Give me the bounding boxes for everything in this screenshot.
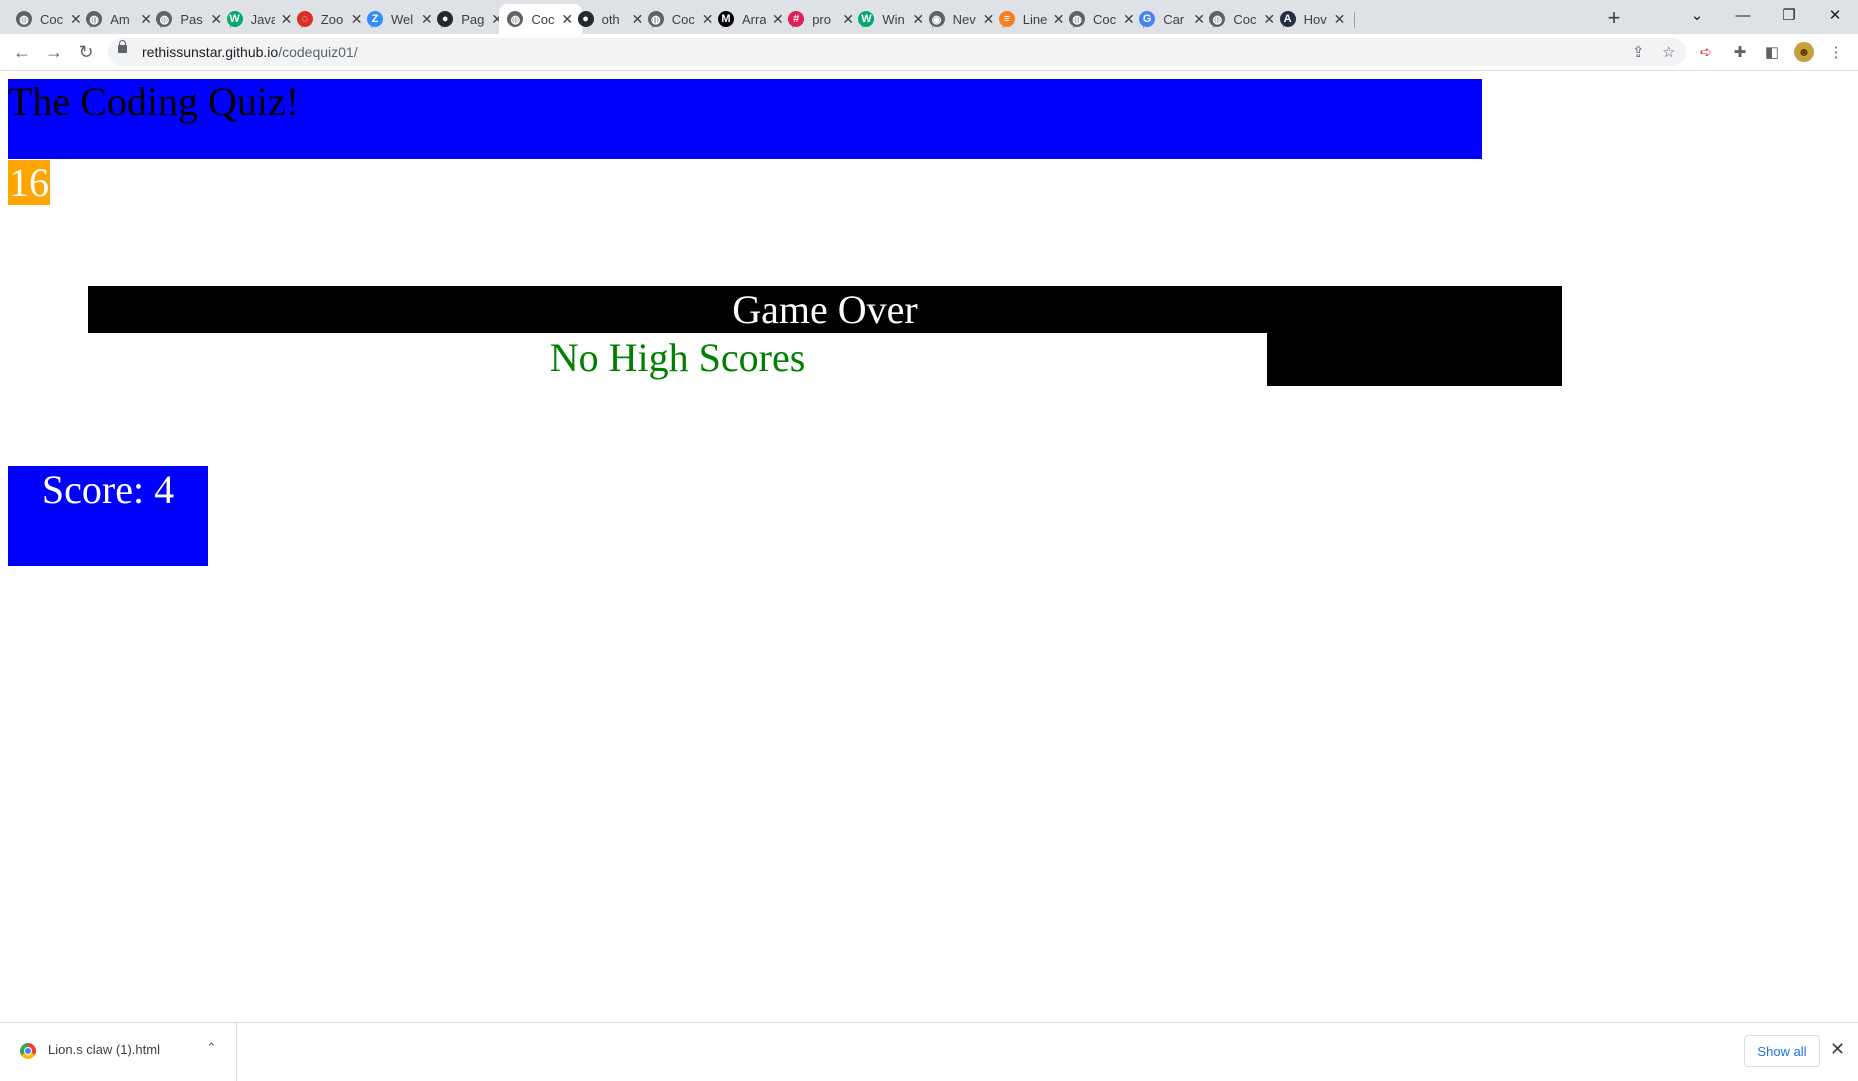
- zoom-ring-icon: ◌: [296, 11, 313, 27]
- github-icon: ●: [577, 11, 594, 27]
- tab-label: Nev: [952, 11, 976, 27]
- tab-label: Hov: [1303, 11, 1327, 27]
- bookmark-star-icon[interactable]: ☆: [1662, 43, 1675, 61]
- globe-icon: ◍: [86, 11, 103, 27]
- tab-search-icon[interactable]: ⌄: [1674, 0, 1720, 30]
- tab-label: Coc: [1093, 11, 1117, 27]
- score-box: Score: 4: [8, 466, 208, 566]
- tab-label: Win: [882, 11, 905, 27]
- reload-icon[interactable]: ↻: [72, 38, 100, 66]
- globe-icon: ◍: [16, 11, 32, 27]
- restore-icon[interactable]: ❐: [1766, 0, 1812, 30]
- profile-avatar[interactable]: ☻: [1794, 42, 1814, 62]
- new-tab-button[interactable]: +: [1600, 4, 1628, 32]
- globe-icon: ◍: [156, 11, 173, 27]
- globe-icon: ◍: [1069, 11, 1085, 27]
- tab-label: oth: [601, 11, 620, 27]
- mdn-icon: M: [718, 11, 734, 27]
- url-host: rethissunstar.github.io: [142, 44, 279, 60]
- w3schools-icon: W: [858, 11, 875, 27]
- share-icon[interactable]: ⇪: [1632, 43, 1645, 61]
- w3schools-icon: W: [226, 11, 243, 27]
- google-icon: G: [1139, 11, 1156, 27]
- minimize-icon[interactable]: —: [1720, 0, 1766, 30]
- tab-label: Arra: [742, 11, 766, 27]
- extensions-puzzle-icon[interactable]: ✚: [1730, 42, 1750, 62]
- aws-icon: A: [1279, 11, 1296, 27]
- menu-icon[interactable]: ⋮: [1826, 42, 1846, 62]
- tab-label: pro: [812, 11, 831, 27]
- globe-icon: ◍: [1209, 11, 1226, 27]
- close-window-icon[interactable]: ✕: [1812, 0, 1858, 30]
- tab-label: Coc: [1233, 11, 1257, 27]
- tab-label: Java: [250, 11, 275, 27]
- url-text[interactable]: rethissunstar.github.io/codequiz01/: [142, 44, 358, 60]
- black-panel: [1267, 333, 1562, 386]
- browser-toolbar: ← → ↻ rethissunstar.github.io/codequiz01…: [0, 34, 1858, 71]
- show-all-button[interactable]: Show all: [1744, 1035, 1820, 1067]
- page-title: The Coding Quiz!: [8, 79, 300, 124]
- lock-icon[interactable]: [118, 40, 127, 53]
- timer: 16: [8, 160, 50, 205]
- tab-label: Pag: [461, 11, 485, 27]
- tab-label: Line: [1022, 11, 1047, 27]
- tab-label: Coc: [40, 11, 64, 27]
- globe-icon: ◍: [647, 11, 664, 27]
- page-content: The Coding Quiz! 16 Game Over No High Sc…: [0, 71, 1858, 1022]
- tab-label: Pas: [180, 11, 203, 27]
- tab-label: Zoo: [320, 11, 344, 27]
- forward-icon[interactable]: →: [40, 38, 68, 66]
- header-banner: The Coding Quiz!: [8, 79, 1482, 159]
- url-path: /codequiz01/: [278, 44, 358, 60]
- tab-label: Am: [110, 11, 130, 27]
- address-bar[interactable]: rethissunstar.github.io/codequiz01/ ⇪ ☆: [108, 38, 1686, 66]
- globe-icon: ◍: [507, 11, 524, 27]
- stackoverflow-icon: ≡: [998, 11, 1015, 27]
- close-icon[interactable]: ✕: [1830, 1039, 1845, 1060]
- chrome-icon: ◉: [928, 11, 945, 27]
- chevron-up-icon[interactable]: ⌃: [206, 1040, 217, 1056]
- github-icon: ●: [437, 11, 454, 27]
- tab-label: Coc: [531, 11, 555, 27]
- high-scores-text: No High Scores: [549, 335, 806, 380]
- tab-label: Coc: [671, 11, 695, 27]
- tab-separator: [1353, 12, 1355, 28]
- tab-close-icon[interactable]: ✕: [1334, 12, 1346, 26]
- zoom-icon: Z: [367, 11, 383, 27]
- game-over-heading: Game Over: [88, 286, 1562, 333]
- download-item[interactable]: Lion.s claw (1).html ⌃: [0, 1023, 237, 1081]
- download-shelf: Lion.s claw (1).html ⌃ Show all ✕: [0, 1022, 1858, 1081]
- browser-tab[interactable]: A Hov ✕: [1272, 4, 1355, 34]
- side-panel-icon[interactable]: ◧: [1762, 42, 1782, 62]
- slack-icon: #: [788, 11, 805, 27]
- tab-strip: ◍ Coc ✕ ◍ Am ✕ ◍ Pas ✕ W Java ✕ ◌ Zoo ✕ Z Wel ✕ ● Pag ✕ ◍ Coc ✕…: [0, 0, 1858, 34]
- extension-icon[interactable]: ➪: [1696, 42, 1716, 62]
- download-file-name: Lion.s claw (1).html: [48, 1042, 160, 1057]
- tab-label: Car: [1163, 11, 1185, 27]
- tab-label: Wel: [391, 11, 414, 27]
- back-icon[interactable]: ←: [8, 38, 36, 66]
- chrome-file-icon: [20, 1043, 36, 1059]
